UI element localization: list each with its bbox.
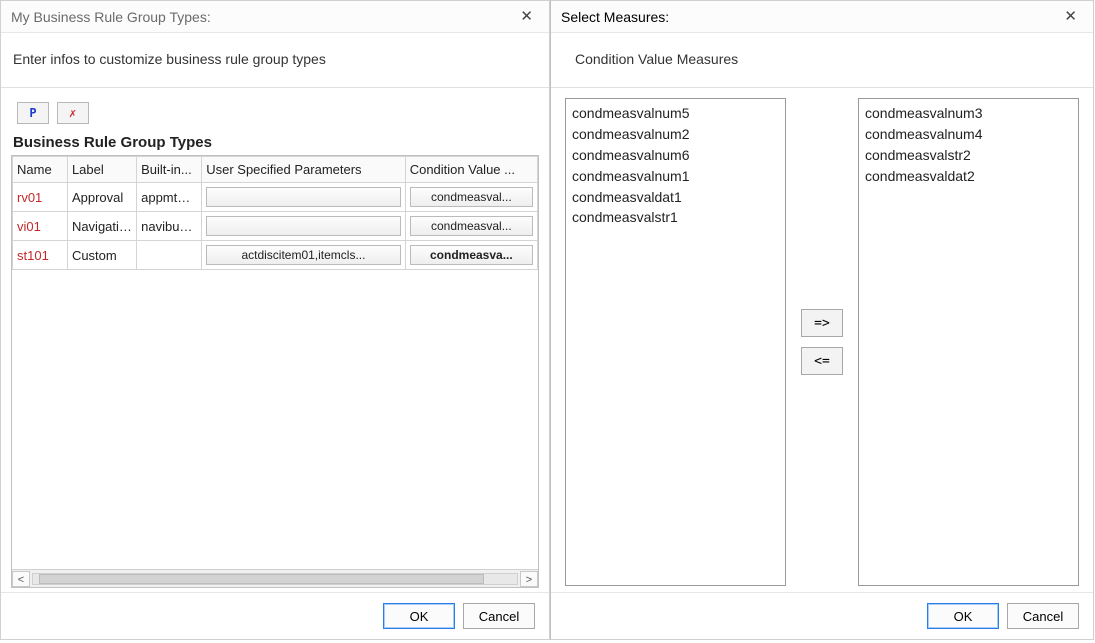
- cell-cond-val[interactable]: condmeasval...: [405, 212, 537, 241]
- move-left-button[interactable]: <=: [801, 347, 843, 375]
- delete-row-button[interactable]: ✗: [57, 102, 89, 124]
- scroll-left-icon[interactable]: <: [12, 571, 30, 587]
- list-item[interactable]: condmeasvaldat1: [570, 187, 781, 208]
- cond-val-button[interactable]: condmeasval...: [410, 216, 533, 236]
- dialog-button-row: OK Cancel: [551, 592, 1093, 639]
- list-item[interactable]: condmeasvalnum5: [570, 103, 781, 124]
- dialog-title: Select Measures:: [561, 9, 669, 25]
- close-icon[interactable]: ✕: [1058, 7, 1083, 26]
- cell-cond-val[interactable]: condmeasval...: [405, 183, 537, 212]
- dialog-body: condmeasvalnum5 condmeasvalnum2 condmeas…: [551, 88, 1093, 592]
- table-row[interactable]: rv01 Approval appmtho... condmeasval...: [13, 183, 538, 212]
- user-spec-button[interactable]: [206, 187, 400, 207]
- list-item[interactable]: condmeasvalstr1: [570, 207, 781, 228]
- select-measures-dialog: Select Measures: ✕ Condition Value Measu…: [550, 0, 1094, 640]
- scroll-track[interactable]: [32, 573, 518, 585]
- rule-types-table: Name Label Built-in... User Specified Pa…: [12, 156, 538, 270]
- cell-name[interactable]: rv01: [13, 183, 68, 212]
- info-text: Enter infos to customize business rule g…: [1, 33, 549, 88]
- cond-val-button[interactable]: condmeasval...: [410, 187, 533, 207]
- cond-val-button[interactable]: condmeasva...: [410, 245, 533, 265]
- table-header-row: Name Label Built-in... User Specified Pa…: [13, 157, 538, 183]
- available-measures-list[interactable]: condmeasvalnum5 condmeasvalnum2 condmeas…: [565, 98, 786, 586]
- list-item[interactable]: condmeasvalnum4: [863, 124, 1074, 145]
- col-user-spec[interactable]: User Specified Parameters: [202, 157, 405, 183]
- list-item[interactable]: condmeasvalnum1: [570, 166, 781, 187]
- titlebar: My Business Rule Group Types: ✕: [1, 1, 549, 33]
- cell-name[interactable]: st101: [13, 241, 68, 270]
- dialog-button-row: OK Cancel: [1, 592, 549, 639]
- cell-builtin[interactable]: navibuck...: [137, 212, 202, 241]
- dialog-body: P ✗ Business Rule Group Types Name Label…: [1, 88, 549, 592]
- section-title: Business Rule Group Types: [11, 132, 539, 155]
- business-rule-types-dialog: My Business Rule Group Types: ✕ Enter in…: [0, 0, 550, 640]
- table-row[interactable]: st101 Custom actdiscitem01,itemcls... co…: [13, 241, 538, 270]
- ok-button[interactable]: OK: [927, 603, 999, 629]
- scroll-right-icon[interactable]: >: [520, 571, 538, 587]
- user-spec-button[interactable]: actdiscitem01,itemcls...: [206, 245, 400, 265]
- cell-builtin[interactable]: appmtho...: [137, 183, 202, 212]
- horizontal-scrollbar[interactable]: < >: [12, 569, 538, 587]
- cell-name[interactable]: vi01: [13, 212, 68, 241]
- scroll-thumb[interactable]: [39, 574, 484, 584]
- col-cond-val[interactable]: Condition Value ...: [405, 157, 537, 183]
- toolbar: P ✗: [11, 96, 539, 132]
- cell-user-spec[interactable]: [202, 183, 405, 212]
- col-builtin[interactable]: Built-in...: [137, 157, 202, 183]
- table-row[interactable]: vi01 Navigation navibuck... condmeasval.…: [13, 212, 538, 241]
- rule-types-table-container: Name Label Built-in... User Specified Pa…: [11, 155, 539, 588]
- col-label[interactable]: Label: [67, 157, 136, 183]
- cell-label[interactable]: Approval: [67, 183, 136, 212]
- cell-label[interactable]: Custom: [67, 241, 136, 270]
- move-right-button[interactable]: =>: [801, 309, 843, 337]
- list-item[interactable]: condmeasvalnum3: [863, 103, 1074, 124]
- dialog-title: My Business Rule Group Types:: [11, 9, 211, 25]
- cancel-button[interactable]: Cancel: [463, 603, 535, 629]
- cancel-button[interactable]: Cancel: [1007, 603, 1079, 629]
- titlebar: Select Measures: ✕: [551, 1, 1093, 33]
- cell-label[interactable]: Navigation: [67, 212, 136, 241]
- list-item[interactable]: condmeasvalstr2: [863, 145, 1074, 166]
- cell-user-spec[interactable]: actdiscitem01,itemcls...: [202, 241, 405, 270]
- add-row-button[interactable]: P: [17, 102, 49, 124]
- user-spec-button[interactable]: [206, 216, 400, 236]
- close-icon[interactable]: ✕: [514, 7, 539, 26]
- list-item[interactable]: condmeasvaldat2: [863, 166, 1074, 187]
- list-item[interactable]: condmeasvalnum2: [570, 124, 781, 145]
- col-name[interactable]: Name: [13, 157, 68, 183]
- cell-cond-val[interactable]: condmeasva...: [405, 241, 537, 270]
- transfer-buttons: => <=: [792, 98, 852, 586]
- selected-measures-list[interactable]: condmeasvalnum3 condmeasvalnum4 condmeas…: [858, 98, 1079, 586]
- cell-builtin[interactable]: [137, 241, 202, 270]
- cell-user-spec[interactable]: [202, 212, 405, 241]
- list-item[interactable]: condmeasvalnum6: [570, 145, 781, 166]
- subtitle: Condition Value Measures: [551, 33, 1093, 88]
- ok-button[interactable]: OK: [383, 603, 455, 629]
